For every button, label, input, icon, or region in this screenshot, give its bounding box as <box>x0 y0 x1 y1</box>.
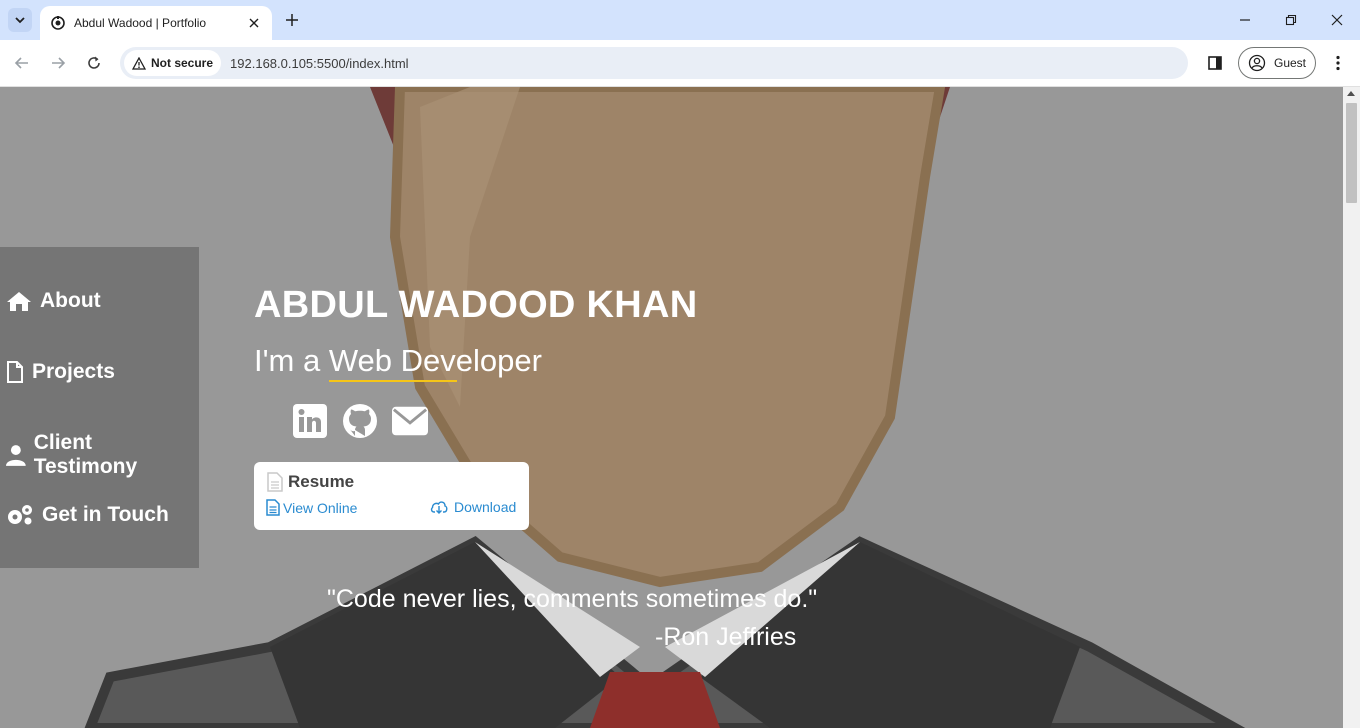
browser-toolbar: Not secure 192.168.0.105:5500/index.html… <box>0 40 1360 87</box>
chevron-down-icon <box>15 17 25 24</box>
new-tab-button[interactable] <box>282 10 302 30</box>
scroll-thumb[interactable] <box>1346 103 1357 203</box>
address-bar[interactable]: Not secure 192.168.0.105:5500/index.html <box>120 47 1188 79</box>
favicon-icon <box>50 15 66 31</box>
sidebar-item-about[interactable]: About <box>6 289 101 313</box>
plus-icon <box>286 14 298 26</box>
document-icon <box>267 472 283 492</box>
warning-icon <box>132 56 146 70</box>
sidebar-item-label: About <box>40 289 101 312</box>
page-viewport: About Projects Client Testimony Get in T… <box>0 87 1343 728</box>
hero-role-typed: Web Developer <box>328 343 542 382</box>
linkedin-link[interactable] <box>292 403 328 439</box>
sidebar-item-get-in-touch[interactable]: Get in Touch <box>6 503 169 527</box>
browser-tab[interactable]: Abdul Wadood | Portfolio <box>40 6 272 40</box>
home-icon <box>7 292 31 311</box>
hero-role-prefix: I'm a <box>254 343 329 378</box>
quote-author: -Ron Jeffries <box>655 623 797 651</box>
url-text: 192.168.0.105:5500/index.html <box>230 55 409 71</box>
file-icon <box>7 361 23 383</box>
gears-icon <box>8 505 32 525</box>
sidebar-item-projects[interactable]: Projects <box>6 360 115 384</box>
hero-role-typed-text: Web Developer <box>328 343 542 378</box>
sidebar-item-label: Client Testimony <box>33 431 138 478</box>
page-scrollbar[interactable] <box>1343 87 1360 728</box>
user-icon <box>6 445 26 466</box>
download-link[interactable]: Download <box>430 499 516 515</box>
resume-title: Resume <box>288 472 355 491</box>
email-link[interactable] <box>392 403 428 439</box>
restore-button[interactable] <box>1279 8 1303 32</box>
file-text-icon <box>266 499 280 516</box>
sidebar-item-label: Projects <box>32 360 115 383</box>
tab-title: Abdul Wadood | Portfolio <box>74 16 207 30</box>
restore-icon <box>1285 14 1297 26</box>
tab-close-icon[interactable] <box>246 15 262 31</box>
arrow-right-icon <box>52 57 66 69</box>
view-online-label: View Online <box>283 499 358 516</box>
hero-role: I'm a Web Developer <box>254 343 542 382</box>
github-link[interactable] <box>342 403 378 439</box>
account-icon <box>1248 54 1266 72</box>
sidebar-item-client-testimony[interactable]: Client Testimony <box>6 431 199 479</box>
forward-button[interactable] <box>46 51 70 75</box>
reload-button[interactable] <box>82 51 106 75</box>
sidebar-nav: About Projects Client Testimony Get in T… <box>0 247 199 568</box>
minimize-button[interactable] <box>1233 8 1257 32</box>
close-window-button[interactable] <box>1325 8 1349 32</box>
reload-icon <box>88 56 100 69</box>
typed-underline <box>328 380 457 382</box>
scroll-up-arrow-icon[interactable] <box>1347 91 1355 96</box>
back-button[interactable] <box>10 51 34 75</box>
tab-strip: Abdul Wadood | Portfolio <box>0 0 1360 40</box>
close-icon <box>1331 14 1343 26</box>
envelope-icon <box>392 406 428 436</box>
minimize-icon <box>1240 19 1250 21</box>
hero-name: ABDUL WADOOD KHAN <box>254 284 698 326</box>
quote-text: "Code never lies, comments sometimes do.… <box>327 585 818 613</box>
sidebar-item-label: Get in Touch <box>42 503 169 526</box>
security-chip[interactable]: Not secure <box>124 50 222 76</box>
tab-search-button[interactable] <box>8 8 32 32</box>
side-panel-icon <box>1208 56 1222 70</box>
linkedin-icon <box>293 404 327 438</box>
social-links <box>292 403 428 439</box>
side-panel-button[interactable] <box>1203 51 1227 75</box>
resume-card: Resume View Online Download <box>254 462 529 530</box>
menu-button[interactable] <box>1326 51 1350 75</box>
view-online-link[interactable]: View Online <box>266 499 357 516</box>
profile-button[interactable]: Guest <box>1238 47 1316 79</box>
arrow-left-icon <box>14 57 28 69</box>
github-icon <box>343 404 377 438</box>
security-label: Not secure <box>151 56 214 70</box>
profile-label: Guest <box>1274 56 1307 70</box>
resume-heading: Resume <box>266 472 354 492</box>
cloud-download-icon <box>430 501 448 514</box>
download-label: Download <box>454 499 517 515</box>
more-vertical-icon <box>1336 55 1340 71</box>
